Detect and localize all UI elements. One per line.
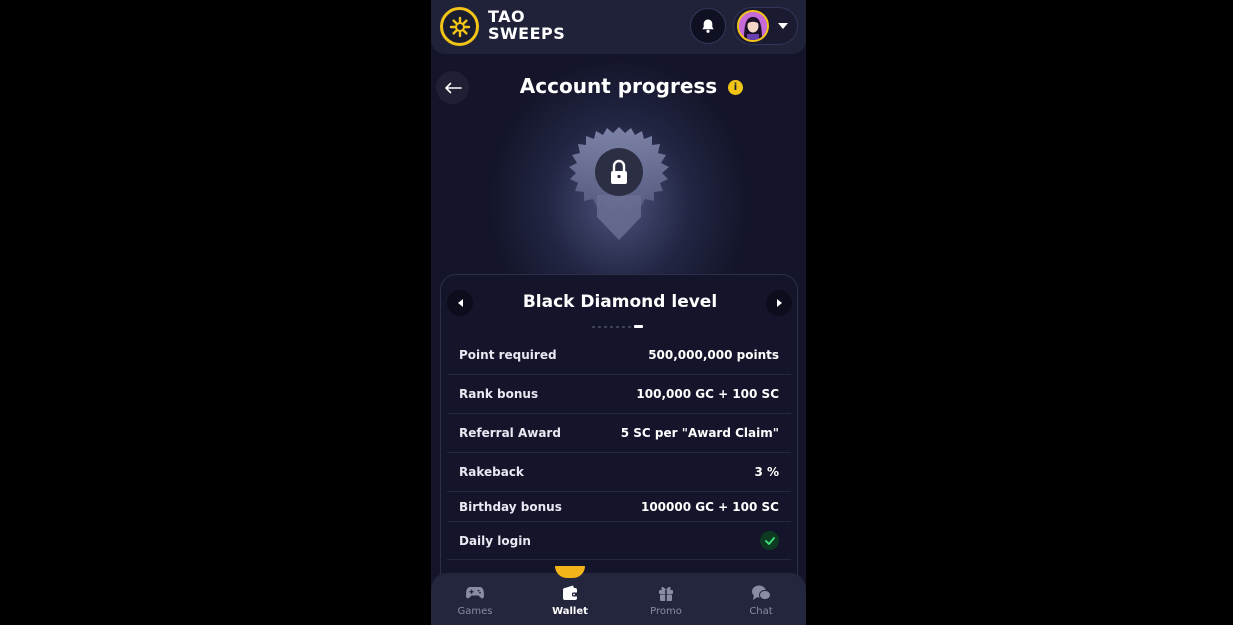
- pagination-dot[interactable]: [592, 325, 595, 328]
- benefit-row: Birthday bonus 100000 GC + 100 SC: [447, 492, 791, 522]
- logo-line1: TAO: [488, 7, 526, 26]
- pagination-dot-active[interactable]: [634, 325, 643, 328]
- wallet-icon: [563, 585, 578, 600]
- bell-icon: [702, 19, 714, 33]
- benefit-row: Daily login: [447, 522, 791, 560]
- logo-wordmark[interactable]: TAO SWEEPS: [488, 8, 565, 42]
- nav-tab-label: Wallet: [552, 606, 588, 617]
- benefit-value: 100000 GC + 100 SC: [640, 499, 779, 514]
- benefit-label: Daily login: [459, 533, 531, 548]
- chevron-down-icon: [778, 23, 788, 29]
- nav-tab-promo[interactable]: Promo: [626, 583, 706, 617]
- info-icon[interactable]: i: [728, 80, 743, 95]
- gift-icon: [659, 586, 673, 601]
- benefit-label: Rank bonus: [459, 387, 539, 401]
- benefit-row: Referral Award 5 SC per "Award Claim": [447, 414, 791, 453]
- caret-right-icon: [776, 299, 782, 307]
- chat-icon: [752, 585, 771, 601]
- user-avatar-icon: [739, 12, 767, 40]
- top-header: TAO SWEEPS: [431, 0, 806, 54]
- profile-menu-button[interactable]: [733, 7, 798, 45]
- nav-tab-chat[interactable]: Chat: [721, 583, 801, 617]
- mobile-app-frame: TAO SWEEPS Account progress i Black Diam…: [431, 0, 806, 625]
- benefit-row: Rakeback 3 %: [447, 453, 791, 492]
- level-benefits-list: Point required 500,000,000 points Rank bon…: [447, 336, 791, 560]
- gamepad-icon: [466, 587, 484, 599]
- active-tab-indicator: [555, 566, 585, 578]
- locked-rank-badge-icon: [569, 127, 669, 240]
- notifications-button[interactable]: [690, 8, 726, 44]
- benefit-value: 5 SC per "Award Claim": [620, 426, 779, 440]
- level-title: Black Diamond level: [522, 292, 718, 312]
- pagination-dot[interactable]: [598, 325, 601, 328]
- bottom-navigation: Games Wallet Promo Chat: [431, 566, 806, 625]
- caret-left-icon: [457, 299, 463, 307]
- sun-emblem-icon: [449, 16, 470, 37]
- next-level-button[interactable]: [766, 290, 792, 316]
- pagination-dot[interactable]: [616, 325, 619, 328]
- benefit-value: 100,000 GC + 100 SC: [636, 387, 779, 401]
- logo-line2: SWEEPS: [488, 24, 566, 43]
- pagination-dot[interactable]: [628, 325, 631, 328]
- benefit-row: Rank bonus 100,000 GC + 100 SC: [447, 375, 791, 414]
- benefit-row: Point required 500,000,000 points: [447, 336, 791, 375]
- avatar: [737, 10, 769, 42]
- back-button[interactable]: [436, 71, 469, 104]
- nav-tab-label: Chat: [749, 606, 773, 617]
- pagination-dot[interactable]: [604, 325, 607, 328]
- benefit-label: Point required: [459, 348, 557, 362]
- nav-tab-label: Games: [457, 606, 493, 617]
- nav-tab-games[interactable]: Games: [435, 583, 515, 617]
- benefit-label: Referral Award: [459, 426, 561, 440]
- level-pagination-dots: [592, 325, 643, 328]
- nav-tab-wallet[interactable]: Wallet: [530, 583, 610, 617]
- benefit-label: Birthday bonus: [459, 499, 562, 514]
- arrow-left-icon: [444, 82, 462, 93]
- pagination-dot[interactable]: [610, 325, 613, 328]
- benefit-value: 500,000,000 points: [648, 348, 779, 362]
- benefit-label: Rakeback: [459, 465, 524, 479]
- nav-tab-label: Promo: [650, 606, 682, 617]
- pagination-dot[interactable]: [622, 325, 625, 328]
- page-title: Account progress: [519, 74, 718, 98]
- logo-icon[interactable]: [440, 7, 479, 46]
- check-icon: [760, 531, 779, 550]
- previous-level-button[interactable]: [447, 290, 473, 316]
- benefit-value: 3 %: [754, 465, 779, 479]
